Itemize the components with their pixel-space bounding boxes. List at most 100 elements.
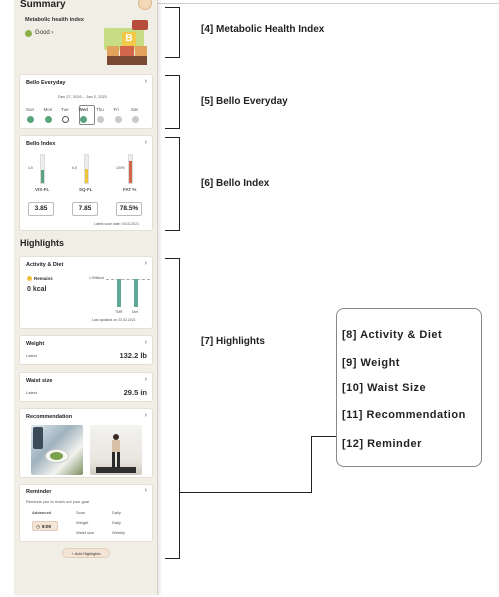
connector-horizontal bbox=[180, 492, 311, 493]
reminder-row-freq: Weekly bbox=[112, 530, 126, 535]
connector-vertical bbox=[311, 436, 312, 493]
activity-updated: Last updated on 23.02.2021 bbox=[92, 318, 136, 322]
waist-sub: Latest bbox=[26, 390, 37, 395]
metric-label: VIS-FL bbox=[35, 187, 50, 192]
metric-ref: 6.5 bbox=[72, 166, 77, 170]
metric-value: 3.85 bbox=[28, 202, 54, 216]
highlights-title: Highlights bbox=[20, 238, 64, 248]
annotation-6: [6] Bello Index bbox=[201, 178, 270, 189]
waist-value: 29.5 in bbox=[123, 388, 147, 397]
chevron-right-icon: › bbox=[144, 487, 147, 494]
bracket-6 bbox=[165, 137, 180, 231]
connector-to-box bbox=[311, 436, 336, 437]
day-label: Sat bbox=[131, 107, 138, 112]
bracket-4 bbox=[165, 7, 180, 58]
metric-ref: 100% bbox=[116, 166, 125, 170]
day-status-dot[interactable] bbox=[97, 116, 104, 123]
reminder-row-name: Weight bbox=[76, 520, 89, 525]
day-label: Sun bbox=[26, 107, 35, 112]
bello-block-letter: B bbox=[122, 32, 136, 46]
chevron-right-icon: › bbox=[144, 139, 147, 146]
reminder-title: Reminder bbox=[26, 489, 52, 495]
scan-date: Latest scan date: 03.02.2021 bbox=[94, 222, 140, 226]
bracket-7 bbox=[165, 258, 180, 559]
metric-gauge bbox=[128, 154, 133, 184]
weight-sub: Latest bbox=[26, 353, 37, 358]
annotation-7: [7] Highlights bbox=[201, 336, 265, 347]
clock-icon: ◷ bbox=[36, 524, 40, 529]
bello-everyday-card[interactable]: Bello Everyday › Dec 27, 2020 – Jan 2, 2… bbox=[19, 74, 153, 129]
bello-everyday-title: Bello Everyday bbox=[26, 80, 66, 86]
metric-value: 78.5% bbox=[116, 202, 142, 216]
chevron-right-icon: › bbox=[144, 412, 147, 419]
workout-photo[interactable] bbox=[90, 425, 142, 475]
kcal-value: 0 kcal bbox=[27, 286, 47, 293]
highlight-annotation: [11] Recommendation bbox=[342, 409, 466, 421]
summary-title: Summary bbox=[20, 0, 66, 10]
metabolic-status[interactable]: Good › bbox=[35, 30, 53, 36]
metabolic-label: Metabolic health index bbox=[25, 17, 84, 23]
weight-card[interactable]: Weight › Latest 132.2 lb bbox=[19, 335, 153, 365]
highlight-annotation: [10] Waist Size bbox=[342, 382, 427, 394]
day-label: Mon bbox=[43, 107, 53, 112]
highlights-detail-box: [8] Activity & Diet [9] Weight [10] Waist … bbox=[336, 308, 482, 467]
date-range: Dec 27, 2020 – Jan 2, 2021 bbox=[58, 94, 108, 99]
reminder-card[interactable]: Reminder › Reminds you to reach out your… bbox=[19, 484, 153, 542]
chevron-right-icon: › bbox=[144, 339, 147, 346]
day-label: Fri bbox=[113, 107, 119, 112]
avatar[interactable] bbox=[138, 0, 152, 10]
chevron-right-icon: › bbox=[144, 376, 147, 383]
metric-label: FAT % bbox=[123, 187, 137, 192]
waist-title: Waist size bbox=[26, 378, 53, 384]
add-highlights-button[interactable]: + Add Highlights bbox=[62, 548, 110, 558]
reminder-sub: Reminds you to reach out your goal bbox=[26, 499, 90, 504]
day-status-dot[interactable] bbox=[114, 116, 122, 123]
good-status-icon bbox=[25, 30, 32, 37]
phone-screen: Summary Metabolic health index Good › B … bbox=[14, 0, 158, 595]
recommendation-title: Recommendation bbox=[26, 414, 73, 420]
activity-bar-label: TMR bbox=[115, 310, 123, 314]
bello-index-card[interactable]: Bello Index › 4.5 VIS-FL 3.85 6.5 SQ-FL 7.85 1… bbox=[19, 135, 153, 231]
remains-icon bbox=[27, 276, 32, 281]
highlight-annotation: [12] Reminder bbox=[342, 438, 422, 450]
chevron-right-icon: › bbox=[144, 260, 147, 267]
food-photo[interactable] bbox=[31, 425, 83, 475]
weight-value: 132.2 lb bbox=[119, 351, 147, 360]
check-icon[interactable] bbox=[79, 116, 87, 123]
activity-diet-card[interactable]: Activity & Diet › Remains 0 kcal 1,998kc… bbox=[19, 256, 153, 329]
activity-bar bbox=[117, 279, 121, 307]
day-status-dot[interactable] bbox=[62, 116, 69, 123]
metric-label: SQ-FL bbox=[79, 187, 93, 192]
remains-label: Remains bbox=[34, 276, 53, 281]
reminder-time-chip[interactable]: ◷ 9:00 bbox=[32, 521, 58, 531]
reminder-row-freq: Daily bbox=[112, 510, 121, 515]
activity-bar bbox=[134, 279, 138, 307]
metric-gauge-fill bbox=[41, 170, 44, 183]
check-icon[interactable] bbox=[44, 116, 52, 123]
bello-index-title: Bello Index bbox=[26, 141, 56, 147]
weight-title: Weight bbox=[26, 341, 45, 347]
day-label: Thu bbox=[96, 107, 104, 112]
reminder-row-name: Waist size bbox=[76, 530, 95, 535]
waist-card[interactable]: Waist size › Latest 29.5 in bbox=[19, 372, 153, 402]
day-label: Wed bbox=[78, 107, 88, 112]
bracket-5 bbox=[165, 75, 180, 129]
top-divider bbox=[158, 3, 499, 4]
annotation-4: [4] Metabolic Health Index bbox=[201, 24, 325, 35]
day-status-dot[interactable] bbox=[132, 116, 139, 123]
metric-gauge-fill bbox=[129, 161, 132, 183]
reminder-level: Advanced bbox=[32, 510, 52, 515]
check-icon[interactable] bbox=[27, 116, 34, 123]
reminder-row-freq: Daily bbox=[112, 520, 121, 525]
activity-title: Activity & Diet bbox=[26, 262, 64, 268]
kcal-axis-label: 1,998kcal bbox=[89, 276, 104, 280]
reminder-time: 9:00 bbox=[42, 524, 52, 529]
highlight-annotation: [8] Activity & Diet bbox=[342, 329, 443, 341]
metric-gauge-fill bbox=[85, 169, 88, 183]
target-line bbox=[106, 279, 150, 280]
metric-gauge bbox=[84, 154, 89, 184]
annotation-5: [5] Bello Everyday bbox=[201, 96, 288, 107]
metric-gauge bbox=[40, 154, 45, 184]
recommendation-card[interactable]: Recommendation › bbox=[19, 408, 153, 478]
activity-bar-label: Diet bbox=[132, 310, 139, 314]
